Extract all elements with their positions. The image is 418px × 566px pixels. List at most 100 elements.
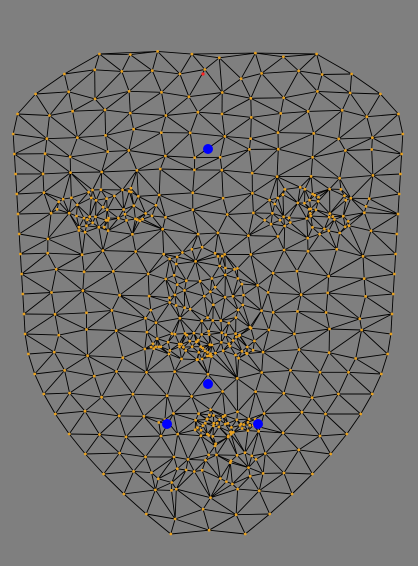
mesh-vertex[interactable]: [155, 337, 159, 341]
mesh-vertex[interactable]: [181, 251, 184, 254]
mesh-vertex[interactable]: [251, 348, 255, 352]
mesh-vertex[interactable]: [328, 327, 331, 331]
mesh-vertex[interactable]: [93, 97, 97, 101]
mesh-vertex[interactable]: [170, 489, 173, 492]
mesh-vertex[interactable]: [313, 193, 317, 197]
mesh-vertex[interactable]: [175, 283, 179, 286]
mesh-vertex[interactable]: [190, 345, 194, 349]
mesh-vertex[interactable]: [215, 421, 219, 425]
mesh-vertex[interactable]: [83, 230, 87, 234]
mesh-vertex[interactable]: [207, 329, 211, 333]
mesh-vertex[interactable]: [254, 51, 257, 55]
mesh-vertex[interactable]: [218, 264, 222, 268]
mesh-vertex[interactable]: [335, 247, 339, 251]
mesh-vertex[interactable]: [278, 218, 282, 222]
mesh-vertex[interactable]: [98, 52, 101, 56]
mesh-vertex[interactable]: [193, 428, 197, 432]
mesh-vertex[interactable]: [324, 412, 327, 416]
mesh-vertex[interactable]: [157, 193, 161, 197]
mesh-vertex[interactable]: [223, 273, 227, 277]
mesh-vertex[interactable]: [339, 188, 343, 191]
mesh-vertex[interactable]: [164, 277, 168, 281]
mesh-vertex[interactable]: [211, 303, 215, 307]
mesh-vertex[interactable]: [169, 532, 173, 536]
mesh-vertex[interactable]: [361, 254, 365, 258]
mesh-vertex[interactable]: [136, 194, 140, 198]
mesh-vertex[interactable]: [180, 357, 183, 361]
mesh-vertex[interactable]: [71, 109, 74, 113]
mesh-vertex[interactable]: [184, 279, 188, 283]
mesh-vertex[interactable]: [21, 292, 25, 296]
mesh-vertex[interactable]: [154, 488, 157, 492]
mesh-vertex[interactable]: [283, 224, 287, 228]
mesh-vertex[interactable]: [266, 291, 270, 294]
mesh-vertex[interactable]: [221, 196, 225, 200]
mesh-vertex[interactable]: [209, 290, 212, 294]
mesh-vertex[interactable]: [341, 214, 345, 218]
mesh-vertex[interactable]: [276, 131, 280, 135]
mesh-vertex[interactable]: [142, 414, 146, 418]
mesh-vertex[interactable]: [75, 203, 79, 207]
mesh-vertex[interactable]: [242, 293, 245, 297]
mesh-vertex[interactable]: [104, 218, 108, 222]
mesh-vertex[interactable]: [118, 293, 121, 297]
mesh-vertex[interactable]: [251, 191, 254, 195]
mesh-vertex[interactable]: [117, 414, 121, 418]
mesh-vertex[interactable]: [164, 215, 167, 219]
mesh-vertex[interactable]: [120, 70, 124, 73]
mesh-vertex[interactable]: [400, 152, 403, 156]
mesh-vertex[interactable]: [54, 267, 58, 271]
mesh-vertex[interactable]: [331, 215, 335, 219]
mesh-vertex[interactable]: [364, 205, 368, 208]
mesh-vertex[interactable]: [104, 134, 107, 137]
mesh-vertex[interactable]: [235, 418, 239, 422]
mesh-vertex[interactable]: [110, 309, 114, 312]
mesh-vertex[interactable]: [223, 135, 227, 138]
mesh-vertex[interactable]: [17, 232, 21, 236]
mesh-vertex[interactable]: [211, 435, 215, 438]
mesh-vertex[interactable]: [162, 252, 166, 256]
mesh-vertex[interactable]: [276, 196, 280, 200]
mesh-vertex[interactable]: [308, 212, 312, 215]
mesh-vertex[interactable]: [257, 489, 261, 493]
mesh-vertex[interactable]: [91, 188, 94, 192]
mesh-vertex[interactable]: [159, 131, 163, 135]
mesh-vertex[interactable]: [174, 487, 178, 491]
mesh-vertex[interactable]: [343, 225, 347, 229]
mesh-vertex[interactable]: [312, 132, 316, 135]
mesh-vertex[interactable]: [22, 312, 26, 316]
mesh-vertex[interactable]: [134, 250, 138, 253]
mesh-vertex[interactable]: [76, 136, 79, 140]
mesh-vertex[interactable]: [146, 272, 150, 276]
mesh-vertex[interactable]: [191, 191, 195, 195]
mesh-vertex[interactable]: [236, 410, 239, 414]
mesh-vertex[interactable]: [345, 432, 349, 436]
mesh-vertex[interactable]: [164, 154, 167, 158]
mesh-vertex[interactable]: [89, 196, 93, 200]
mesh-vertex[interactable]: [67, 90, 71, 94]
mesh-vertex[interactable]: [87, 190, 90, 194]
mesh-vertex[interactable]: [370, 148, 374, 151]
mesh-vertex[interactable]: [306, 110, 310, 113]
mesh-vertex[interactable]: [14, 172, 17, 176]
mesh-vertex[interactable]: [154, 321, 158, 324]
mesh-vertex[interactable]: [216, 231, 220, 235]
mesh-vertex[interactable]: [234, 353, 237, 357]
mesh-vertex[interactable]: [159, 434, 163, 438]
mesh-vertex[interactable]: [27, 352, 30, 356]
mesh-vertex[interactable]: [296, 310, 299, 313]
mesh-vertex[interactable]: [187, 95, 191, 99]
mesh-vertex[interactable]: [254, 458, 258, 461]
mesh-vertex[interactable]: [359, 412, 363, 416]
mesh-vertex[interactable]: [239, 77, 243, 81]
mesh-vertex[interactable]: [231, 339, 235, 342]
mesh-vertex[interactable]: [201, 507, 205, 511]
mesh-vertex[interactable]: [57, 200, 61, 204]
mesh-vertex[interactable]: [147, 294, 151, 298]
mesh-vertex[interactable]: [263, 218, 267, 222]
mesh-vertex[interactable]: [173, 517, 177, 521]
mesh-vertex[interactable]: [70, 196, 73, 200]
mesh-vertex[interactable]: [200, 468, 204, 472]
mesh-vertex[interactable]: [172, 412, 175, 415]
mesh-vertex[interactable]: [315, 52, 318, 56]
